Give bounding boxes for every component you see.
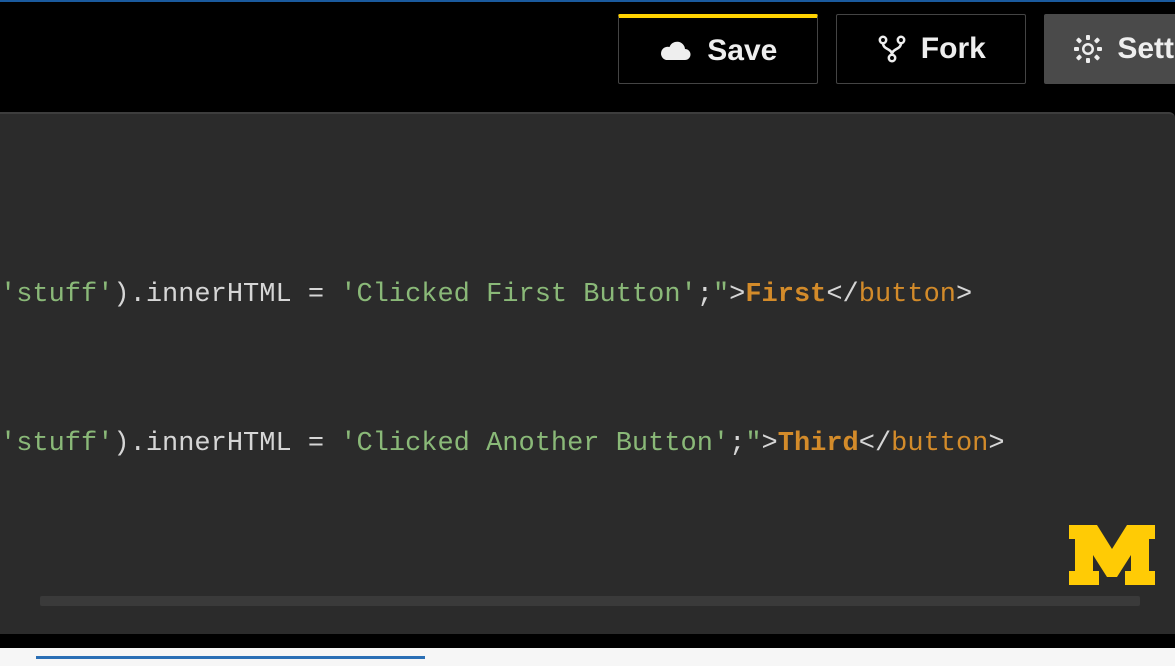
settings-label: Sett xyxy=(1117,32,1174,66)
fork-label: Fork xyxy=(921,32,986,66)
save-label: Save xyxy=(707,34,777,68)
code-block: 'stuff').innerHTML = 'Clicked First Butt… xyxy=(0,204,1005,576)
code-editor[interactable]: 'stuff').innerHTML = 'Clicked First Butt… xyxy=(0,114,1175,634)
settings-button[interactable]: Sett xyxy=(1044,14,1175,84)
fork-button[interactable]: Fork xyxy=(836,14,1026,84)
code-editor-panel: 'stuff').innerHTML = 'Clicked First Butt… xyxy=(0,112,1175,634)
code-line-1: 'stuff').innerHTML = 'Clicked First Butt… xyxy=(0,277,1005,313)
code-line-2: 'stuff').innerHTML = 'Clicked Another Bu… xyxy=(0,426,1005,462)
fork-icon xyxy=(877,34,907,64)
cloud-icon xyxy=(659,39,693,63)
window-bottom-strip xyxy=(0,644,1175,666)
save-button[interactable]: Save xyxy=(618,14,818,84)
app-frame: Save Fork xyxy=(0,0,1175,666)
horizontal-scrollbar[interactable] xyxy=(40,596,1140,606)
gear-icon xyxy=(1073,34,1103,64)
toolbar: Save Fork xyxy=(0,0,1175,96)
michigan-logo xyxy=(1069,525,1155,590)
